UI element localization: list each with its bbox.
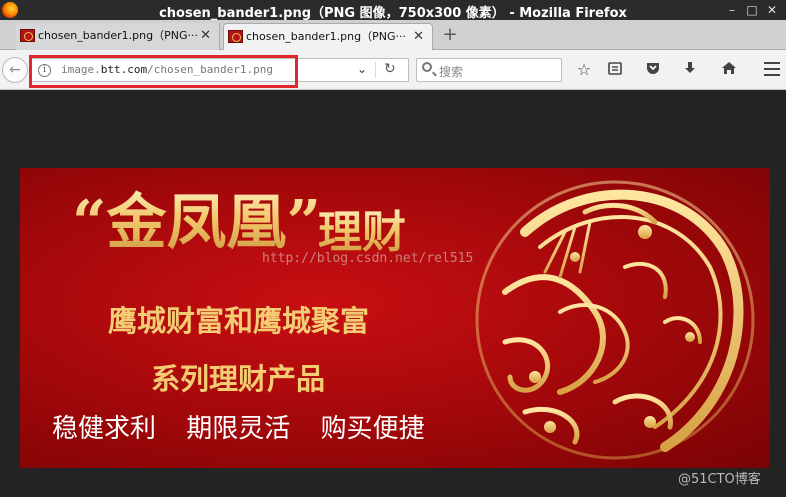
search-icon [422, 62, 432, 72]
url-separator [375, 62, 376, 78]
window-titlebar: chosen_bander1.png（PNG 图像，750x300 像素） - … [0, 0, 786, 21]
reading-list-icon[interactable] [604, 60, 626, 80]
phoenix-emblem-icon [475, 180, 755, 460]
star-icon[interactable]: ☆ [573, 60, 595, 80]
pocket-icon[interactable] [642, 60, 664, 80]
banner-slogans: 稳健求利 期限灵活 购买便捷 [52, 408, 447, 445]
window-title: chosen_bander1.png（PNG 图像，750x300 像素） - … [159, 6, 627, 21]
csdn-watermark: http://blog.csdn.net/rel515 [262, 251, 474, 266]
tab-inactive[interactable]: chosen_bander1.png（PNG··· ✕ [16, 23, 220, 50]
tab-label: chosen_bander1.png（PNG··· [246, 30, 406, 43]
url-dropdown-button[interactable]: ⌄ [357, 62, 367, 76]
url-highlight-annotation [29, 55, 298, 88]
banner-line-2: 系列理财产品 [151, 362, 326, 396]
close-tab-button[interactable]: ✕ [200, 23, 211, 48]
slogan-item: 稳健求利 [52, 414, 157, 444]
close-window-button[interactable]: ✕ [764, 2, 780, 18]
tab-active[interactable]: chosen_bander1.png（PNG··· ✕ [223, 23, 433, 50]
image-favicon-icon [20, 29, 35, 42]
minimize-button[interactable]: – [724, 2, 740, 18]
slogan-item: 购买便捷 [320, 414, 425, 444]
search-input[interactable]: 搜索 [416, 58, 562, 82]
download-icon[interactable] [679, 60, 701, 80]
slogan-item: 期限灵活 [186, 414, 291, 444]
banner-image: “金凤凰” 理财 鹰城财富和鹰城聚富 系列理财产品 稳健求利 期限灵活 购买便捷 [20, 168, 770, 468]
image-favicon-icon [228, 30, 243, 43]
banner-line-1: 鹰城财富和鹰城聚富 [108, 304, 370, 338]
tab-strip: chosen_bander1.png（PNG··· ✕ chosen_bande… [0, 20, 786, 50]
back-button[interactable]: ← [2, 57, 28, 83]
corner-watermark: @51CTO博客 [678, 472, 761, 487]
new-tab-button[interactable]: + [440, 25, 460, 45]
maximize-button[interactable]: □ [744, 2, 760, 18]
hamburger-menu-icon[interactable] [764, 62, 780, 76]
reload-button[interactable]: ↻ [384, 61, 396, 77]
close-tab-button[interactable]: ✕ [413, 24, 424, 49]
image-viewer: “金凤凰” 理财 鹰城财富和鹰城聚富 系列理财产品 稳健求利 期限灵活 购买便捷 [0, 91, 786, 497]
tab-label: chosen_bander1.png（PNG··· [38, 29, 198, 42]
home-icon[interactable] [718, 60, 740, 80]
search-placeholder: 搜索 [439, 65, 464, 79]
